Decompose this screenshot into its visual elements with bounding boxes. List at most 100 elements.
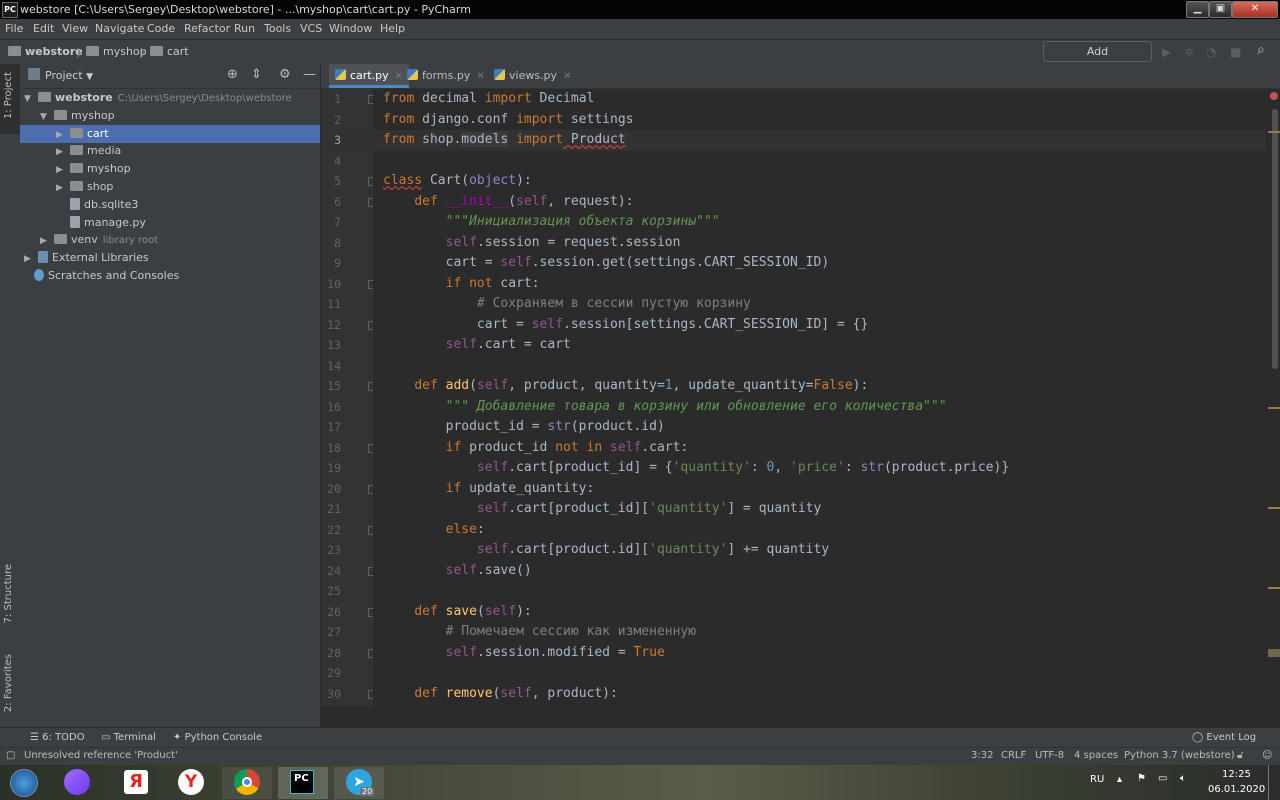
breadcrumb-cart[interactable]: cart — [150, 45, 189, 58]
menu-tools[interactable]: Tools — [264, 22, 291, 35]
network-icon[interactable]: ⚑ — [1137, 773, 1146, 784]
chevron-down-icon[interactable]: ▼ — [24, 90, 34, 108]
collapse-all-icon[interactable]: ⇕ — [251, 67, 262, 82]
error-indicator-icon[interactable] — [1270, 92, 1278, 100]
tab-views-py[interactable]: views.py ✕ — [488, 64, 577, 88]
lock-icon[interactable]: 🔓︎ — [1237, 750, 1243, 761]
language-indicator[interactable]: RU — [1090, 774, 1104, 785]
warning-marker[interactable] — [1268, 407, 1280, 409]
tab-forms-py[interactable]: forms.py ✕ — [401, 64, 491, 88]
volume-icon[interactable]: 🔈︎ — [1180, 773, 1186, 784]
menu-vcs[interactable]: VCS — [300, 22, 322, 35]
project-view-icon — [28, 68, 40, 80]
event-log-button[interactable]: ◯ Event Log — [1192, 732, 1256, 743]
breadcrumb-myshop[interactable]: myshop — [86, 45, 147, 58]
status-panel-icon[interactable]: ▢ — [6, 750, 15, 761]
maximize-icon[interactable]: ▣ — [1209, 1, 1232, 18]
chevron-right-icon[interactable]: ▶ — [56, 179, 66, 197]
taskbar-alice[interactable] — [52, 767, 102, 799]
tree-item-webstore[interactable]: ▼ webstore C:\Users\Sergey\Desktop\webstor… — [20, 89, 320, 107]
search-everywhere-icon[interactable]: ⌕ — [1257, 42, 1265, 58]
chevron-right-icon[interactable]: ▶ — [56, 126, 66, 144]
minimize-icon[interactable]: ▁ — [1186, 1, 1209, 18]
tree-item-media[interactable]: ▶ media — [20, 142, 320, 160]
tree-item-hint: C:\Users\Sergey\Desktop\webstore — [117, 93, 292, 104]
warning-marker[interactable] — [1268, 507, 1280, 509]
menu-refactor[interactable]: Refactor — [184, 22, 230, 35]
menu-navigate[interactable]: Navigate — [95, 22, 144, 35]
tree-item-external-libraries[interactable]: ▶ External Libraries — [20, 249, 320, 267]
structure-tool-label[interactable]: 7: Structure — [3, 564, 14, 623]
tree-item-myshop[interactable]: ▶ myshop — [20, 160, 320, 178]
breadcrumb-webstore[interactable]: webstore — [8, 45, 83, 58]
tree-item-myshop[interactable]: ▼ myshop — [20, 107, 320, 125]
line-number: 2 — [334, 112, 341, 127]
favorites-tool-label[interactable]: 2: Favorites — [3, 654, 14, 712]
warning-marker[interactable] — [1268, 587, 1280, 589]
inspector-icon[interactable]: ☺ — [1262, 750, 1272, 761]
caret-position[interactable]: 3:32 — [971, 750, 993, 761]
chevron-right-icon[interactable]: ▶ — [56, 143, 66, 161]
line-separator[interactable]: CRLF — [1001, 750, 1026, 761]
clock-date[interactable]: 06.01.2020 — [1208, 784, 1265, 795]
show-desktop-button[interactable] — [1268, 765, 1280, 800]
line-number: 29 — [327, 666, 341, 680]
taskbar-yandex[interactable]: Я — [110, 767, 160, 799]
taskbar-pycharm[interactable]: PC — [278, 767, 328, 799]
indent-setting[interactable]: 4 spaces — [1074, 750, 1118, 761]
hide-panel-icon[interactable]: — — [303, 67, 316, 82]
close-icon[interactable]: ✕ — [476, 71, 484, 82]
debug-icon[interactable]: ✲ — [1184, 45, 1194, 59]
line-number: 21 — [327, 502, 341, 516]
chevron-right-icon[interactable]: ▶ — [40, 232, 50, 250]
tree-item-manage-py[interactable]: manage.py — [20, 214, 320, 232]
tree-item-scratches-and-consoles[interactable]: Scratches and Consoles — [20, 267, 320, 285]
tree-item-db-sqlite3[interactable]: db.sqlite3 — [20, 196, 320, 214]
menu-edit[interactable]: Edit — [33, 22, 54, 35]
chevron-right-icon[interactable]: ▶ — [56, 161, 66, 179]
gear-icon[interactable]: ⚙ — [279, 67, 291, 82]
todo-tool-button[interactable]: ☰ 6: TODO — [30, 732, 85, 743]
project-tool-tab[interactable]: 1: Project — [0, 64, 20, 134]
editor-gutter[interactable]: 1 2 3 4 5 6 7 8 9 10 11 12 13 14 15 16 17 18 19 20 21 22 23 24 2… — [321, 89, 377, 706]
battery-icon[interactable]: ▭ — [1158, 773, 1167, 784]
tree-item-label: media — [87, 144, 122, 158]
add-configuration-button[interactable]: Add Configuration... — [1043, 41, 1152, 77]
tab-cart-py[interactable]: cart.py ✕ — [329, 64, 410, 88]
python-interpreter[interactable]: Python 3.7 (webstore) — [1124, 750, 1235, 761]
warning-marker[interactable] — [1268, 131, 1280, 133]
taskbar-chrome[interactable] — [222, 767, 272, 799]
scrollbar-thumb[interactable] — [1272, 109, 1278, 369]
clock-time[interactable]: 12:25 — [1222, 769, 1251, 780]
taskbar-telegram[interactable]: ➤ 20 — [334, 767, 384, 799]
chevron-down-icon[interactable]: ▼ — [40, 108, 50, 126]
windows-start-button[interactable] — [0, 767, 50, 799]
menu-window[interactable]: Window — [329, 22, 372, 35]
warning-marker[interactable] — [1268, 649, 1280, 657]
run-icon[interactable]: ▶ — [1162, 45, 1171, 59]
menu-help[interactable]: Help — [380, 22, 405, 35]
coverage-icon[interactable]: ◔ — [1206, 45, 1216, 59]
project-view-dropdown[interactable]: Project ▼ — [45, 69, 93, 82]
menu-run[interactable]: Run — [234, 22, 255, 35]
python-console-button[interactable]: ✦ Python Console — [173, 732, 262, 743]
menu-file[interactable]: File — [5, 22, 23, 35]
chevron-right-icon[interactable]: ▶ — [24, 250, 34, 268]
taskbar-yandex-browser[interactable]: Y — [166, 767, 216, 799]
tray-expand-icon[interactable]: ▴ — [1117, 774, 1122, 785]
tree-item-shop[interactable]: ▶ shop — [20, 178, 320, 196]
stop-icon[interactable]: ■ — [1230, 45, 1241, 59]
locate-file-icon[interactable]: ⊕ — [227, 67, 238, 82]
tree-item-cart[interactable]: ▶ cart — [20, 124, 320, 144]
menu-code[interactable]: Code — [147, 22, 175, 35]
file-encoding[interactable]: UTF-8 — [1035, 750, 1064, 761]
close-icon[interactable]: ✕ — [563, 71, 571, 82]
breadcrumb-label: webstore — [25, 45, 83, 58]
terminal-tool-button[interactable]: ▭ Terminal — [101, 732, 156, 743]
close-icon[interactable]: ✕ — [1232, 1, 1278, 18]
tree-item-venv[interactable]: ▶ venv library root — [20, 231, 320, 249]
code-editor[interactable]: from decimal import Decimal from django.… — [373, 89, 1266, 706]
editor-scrollbar[interactable] — [1266, 89, 1280, 706]
menu-view[interactable]: View — [62, 22, 88, 35]
line-number: 1 — [334, 92, 341, 106]
